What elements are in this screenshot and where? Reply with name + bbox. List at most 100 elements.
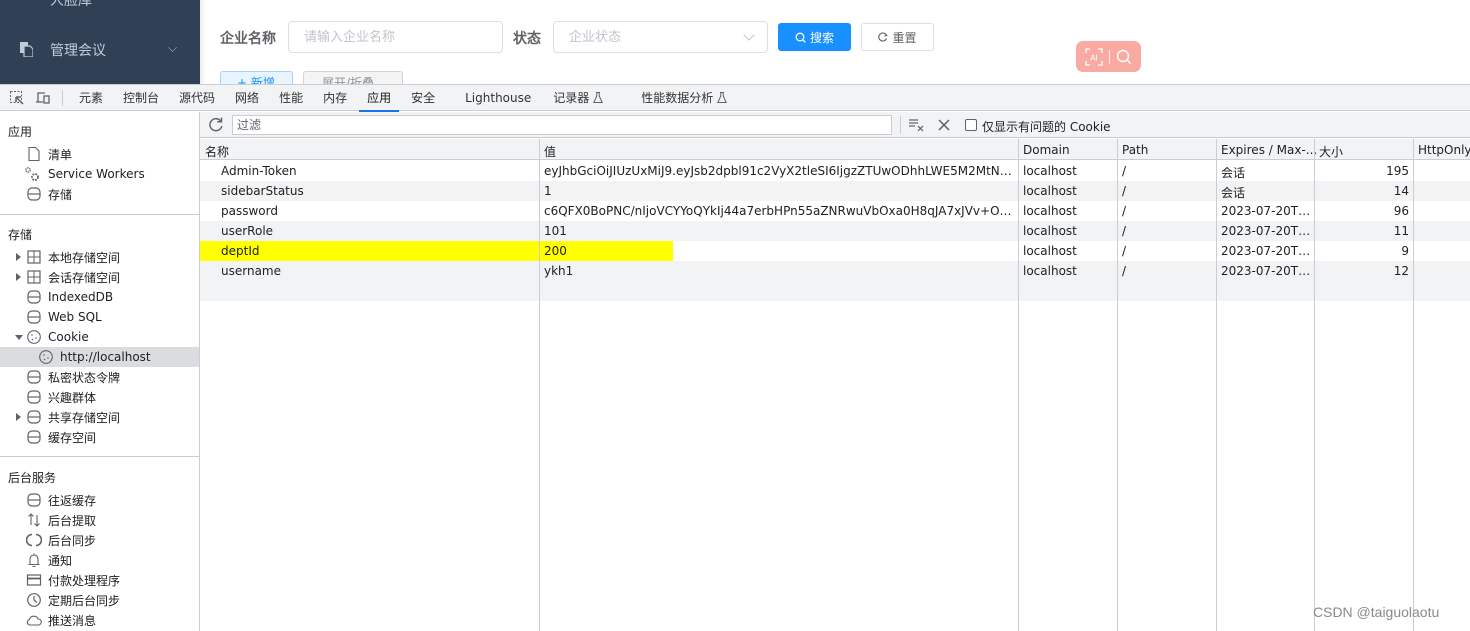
tab-label: 应用 — [367, 91, 392, 105]
sidebar-item-background-sync[interactable]: 后台同步 — [0, 530, 199, 550]
tab-sources[interactable]: 源代码 — [171, 85, 223, 111]
cell-domain: localhost — [1023, 164, 1077, 178]
sidebar-menu-manage-meeting[interactable]: 管理会议 — [0, 34, 200, 66]
cell-expires: 会话 — [1221, 166, 1246, 180]
column-header-httponly[interactable]: HttpOnly — [1418, 143, 1470, 157]
status-select[interactable] — [553, 21, 768, 53]
cell-domain: localhost — [1023, 264, 1077, 278]
tab-application[interactable]: 应用 — [359, 85, 400, 112]
tab-performance-insights[interactable]: 性能数据分析 — [633, 85, 735, 111]
sidebar-item-back-forward-cache[interactable]: 往返缓存 — [0, 490, 199, 510]
tab-recorder[interactable]: 记录器 — [545, 85, 611, 111]
expand-arrow-icon[interactable] — [16, 273, 21, 281]
column-header-size[interactable]: 大小 — [1319, 143, 1343, 160]
sidebar-item-storage[interactable]: 存储 — [0, 184, 199, 204]
sidebar-item-cache-storage[interactable]: 缓存空间 — [0, 427, 199, 447]
expand-arrow-icon[interactable] — [16, 413, 21, 421]
sidebar-item-label: 清单 — [48, 147, 73, 162]
column-header-domain[interactable]: Domain — [1023, 143, 1070, 157]
table-row[interactable]: Admin-Token eyJhbGciOiJIUzUxMiJ9.eyJsb2dp… — [200, 161, 1470, 181]
sidebar-item-label: 缓存空间 — [48, 430, 97, 445]
sidebar-item-push-messaging[interactable]: 推送消息 — [0, 610, 199, 630]
cell-size: 195 — [1386, 164, 1409, 178]
sidebar-item-background-fetch[interactable]: 后台提取 — [0, 510, 199, 530]
column-header-path[interactable]: Path — [1122, 143, 1148, 157]
table-row[interactable]: userRole 101 localhost / 2023-07-20T0... 11 — [200, 221, 1470, 241]
sidebar-item-cut-off[interactable]: 人脸库 — [50, 0, 92, 10]
table-row[interactable]: sidebarStatus 1 localhost / 会话 14 — [200, 181, 1470, 201]
cell-expires: 2023-07-20T0... — [1221, 244, 1311, 258]
sidebar-item-web-sql[interactable]: Web SQL — [0, 307, 199, 327]
column-header-expires[interactable]: Expires / Max-... — [1221, 143, 1317, 157]
expand-collapse-button[interactable]: 展开/折叠 — [303, 71, 403, 84]
tab-memory[interactable]: 内存 — [315, 85, 355, 111]
sidebar-item-cookie-localhost[interactable]: http://localhost — [0, 347, 199, 367]
gears-icon — [25, 167, 39, 181]
column-divider[interactable] — [1314, 139, 1315, 631]
sidebar-item-label: 推送消息 — [48, 613, 97, 628]
sidebar-item-interest-groups[interactable]: 兴趣群体 — [0, 387, 199, 407]
tab-elements[interactable]: 元素 — [71, 85, 111, 111]
expand-arrow-icon[interactable] — [16, 253, 21, 261]
sidebar-item-manifest[interactable]: 清单 — [0, 144, 199, 164]
ai-icon[interactable]: AI — [1085, 47, 1103, 66]
clear-filtered-cookies-icon[interactable] — [908, 117, 924, 133]
reset-button[interactable]: 重置 — [861, 23, 934, 51]
tab-performance[interactable]: 性能 — [271, 85, 311, 111]
collapse-arrow-icon[interactable] — [15, 335, 23, 340]
sidebar-item-periodic-background-sync[interactable]: 定期后台同步 — [0, 590, 199, 610]
sidebar-item-shared-storage[interactable]: 共享存储空间 — [0, 407, 199, 427]
inspect-element-button[interactable] — [8, 89, 26, 107]
search-icon — [795, 32, 806, 43]
tab-lighthouse[interactable]: Lighthouse — [457, 85, 539, 111]
column-divider[interactable] — [1216, 139, 1217, 631]
cell-name: userRole — [221, 224, 274, 238]
column-divider[interactable] — [1018, 139, 1019, 631]
table-row[interactable]: password c6QFX0BoPNC/nIjoVCYYoQYkIj44a7er… — [200, 201, 1470, 221]
experiment-flask-icon — [593, 92, 604, 103]
cell-name: password — [221, 204, 278, 218]
sidebar-item-payment-handler[interactable]: 付款处理程序 — [0, 570, 199, 590]
table-row[interactable]: deptId 200 localhost / 2023-07-20T0... 9 — [200, 241, 1470, 261]
only-issues-checkbox[interactable] — [965, 119, 977, 131]
cell-name: deptId — [221, 244, 260, 258]
database-icon — [27, 390, 41, 404]
database-icon — [27, 290, 41, 304]
tab-label: 内存 — [323, 91, 348, 105]
column-divider[interactable] — [539, 139, 540, 631]
tab-security[interactable]: 安全 — [403, 85, 443, 111]
column-divider[interactable] — [1413, 139, 1414, 631]
sync-icon — [26, 533, 42, 547]
table-row[interactable]: username ykh1 localhost / 2023-07-20T0... 12 — [200, 261, 1470, 281]
cell-path: / — [1122, 264, 1127, 278]
ai-search-widget[interactable]: AI — [1076, 41, 1141, 72]
column-header-name[interactable]: 名称 — [205, 143, 229, 160]
sidebar-item-cookie[interactable]: Cookie — [0, 327, 199, 347]
add-button[interactable]: + 新增 — [220, 71, 293, 84]
sidebar-item-notifications[interactable]: 通知 — [0, 550, 199, 570]
credit-card-icon — [26, 574, 42, 586]
cell-size: 12 — [1393, 264, 1409, 278]
search-icon[interactable] — [1116, 49, 1132, 65]
close-icon[interactable] — [936, 117, 952, 133]
sidebar-item-session-storage[interactable]: 会话存储空间 — [0, 267, 199, 287]
cookie-toolbar: 仅显示有问题的 Cookie — [200, 112, 1470, 138]
tab-network[interactable]: 网络 — [227, 85, 267, 111]
sidebar-item-label: 共享存储空间 — [48, 410, 121, 425]
tab-console[interactable]: 控制台 — [115, 85, 167, 111]
cell-value: eyJhbGciOiJIUzUxMiJ9.eyJsb2dpbl91c2VyX2t… — [544, 164, 1014, 178]
table-icon — [27, 270, 41, 284]
search-button[interactable]: 搜索 — [778, 23, 851, 51]
sidebar-item-indexeddb[interactable]: IndexedDB — [0, 287, 199, 307]
refresh-icon[interactable] — [208, 116, 224, 132]
column-header-value[interactable]: 值 — [544, 143, 556, 160]
filter-input[interactable] — [232, 115, 892, 135]
cell-domain: localhost — [1023, 224, 1077, 238]
sidebar-item-local-storage[interactable]: 本地存储空间 — [0, 247, 199, 267]
table-icon — [27, 250, 41, 264]
sidebar-item-private-state-tokens[interactable]: 私密状态令牌 — [0, 367, 199, 387]
device-toolbar-button[interactable] — [34, 89, 52, 107]
company-name-input[interactable] — [288, 21, 503, 53]
column-divider[interactable] — [1117, 139, 1118, 631]
sidebar-item-service-workers[interactable]: Service Workers — [0, 164, 199, 184]
